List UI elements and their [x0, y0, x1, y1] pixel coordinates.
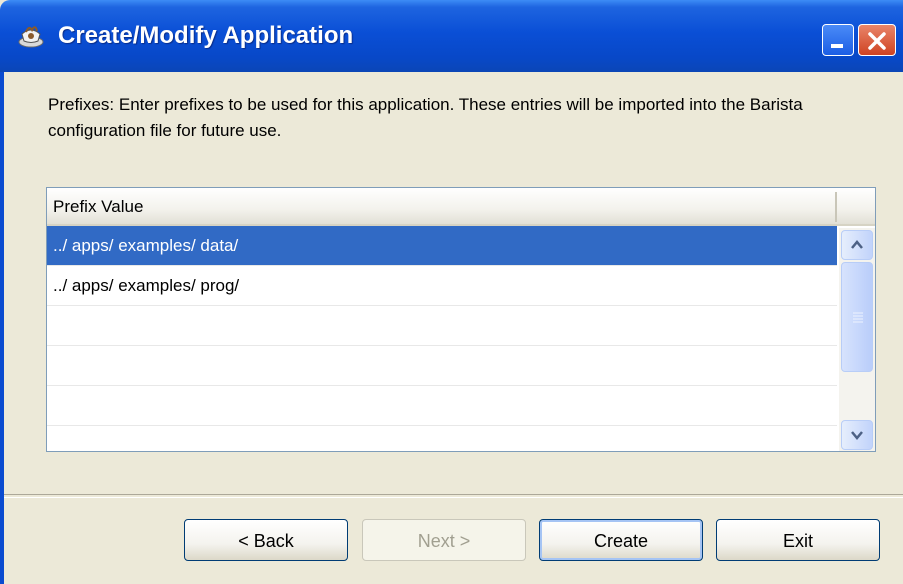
window-frame-left: [0, 72, 4, 584]
chevron-up-icon: [851, 240, 863, 249]
create-button[interactable]: Create: [539, 519, 703, 561]
next-button[interactable]: Next >: [362, 519, 526, 561]
list-item[interactable]: [47, 346, 837, 386]
create-modify-application-window: Create/Modify Application Prefixes: Ente…: [0, 0, 903, 584]
exit-button[interactable]: Exit: [716, 519, 880, 561]
prefix-rows: ../ apps/ examples/ data/ ../ apps/ exam…: [47, 226, 837, 426]
title-bar[interactable]: Create/Modify Application: [0, 0, 903, 72]
list-item[interactable]: ../ apps/ examples/ data/: [47, 226, 837, 266]
prefix-value-cell: ../ apps/ examples/ data/: [53, 236, 239, 255]
prefix-value-cell: ../ apps/ examples/ prog/: [53, 276, 240, 295]
scroll-down-button[interactable]: [841, 420, 873, 450]
close-icon: [868, 32, 886, 50]
window-title: Create/Modify Application: [58, 22, 354, 49]
column-header-filler: [837, 188, 875, 226]
barista-app-icon: [18, 26, 44, 48]
close-button[interactable]: [858, 24, 896, 56]
back-button[interactable]: < Back: [184, 519, 348, 561]
list-item[interactable]: [47, 306, 837, 346]
scroll-up-button[interactable]: [841, 230, 873, 260]
instructions-text: Prefixes: Enter prefixes to be used for …: [48, 95, 803, 140]
scroll-thumb[interactable]: [841, 262, 873, 372]
minimize-button[interactable]: [822, 24, 854, 56]
prefix-list[interactable]: Prefix Value ../ apps/ examples/ data/ .…: [46, 187, 876, 452]
list-item[interactable]: ../ apps/ examples/ prog/: [47, 266, 837, 306]
column-header-label: Prefix Value: [53, 197, 144, 216]
button-area-separator: [4, 494, 903, 498]
vertical-scrollbar[interactable]: [839, 228, 875, 451]
column-header-prefix-value[interactable]: Prefix Value: [47, 188, 837, 226]
chevron-down-icon: [851, 431, 863, 440]
grip-icon: [853, 312, 863, 323]
list-item[interactable]: [47, 386, 837, 426]
